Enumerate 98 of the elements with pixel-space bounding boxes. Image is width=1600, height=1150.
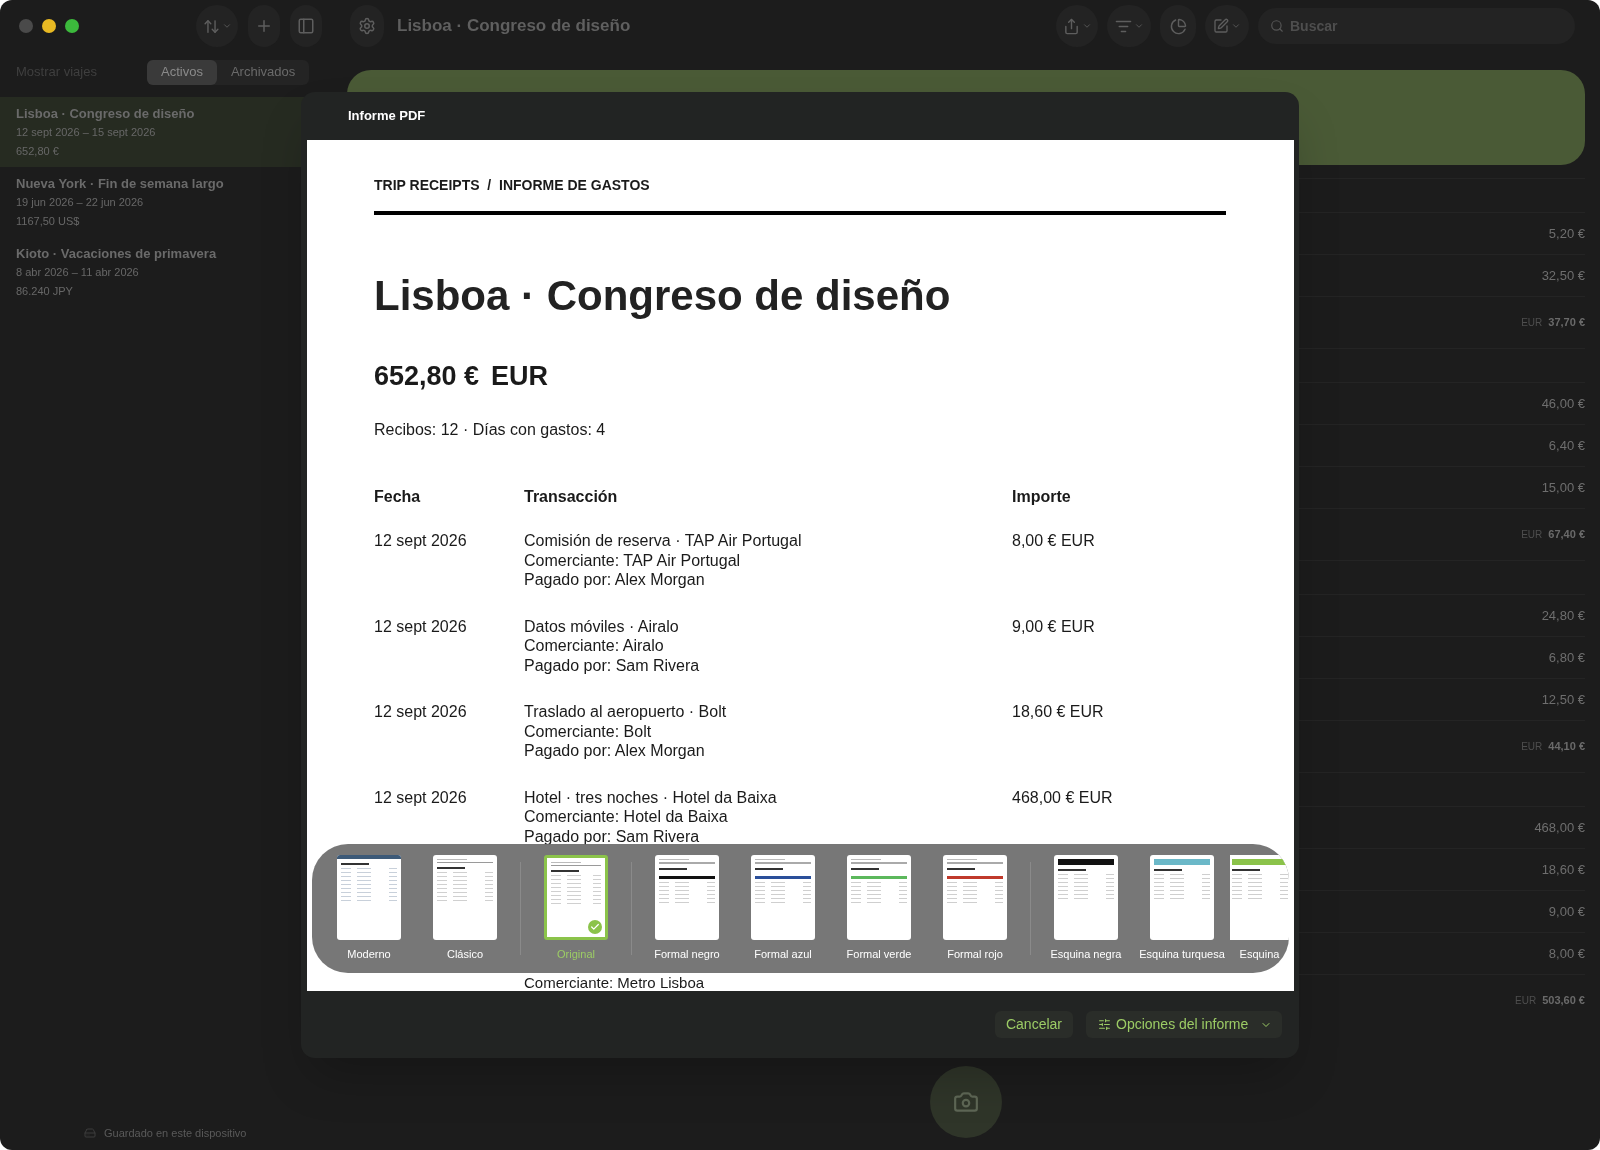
zoom-button[interactable] — [65, 19, 79, 33]
amount-text: 32,50 € — [1541, 266, 1585, 285]
paid-by-text: Pagado por: Sam Rivera — [524, 655, 700, 675]
settings-button[interactable] — [350, 5, 384, 47]
window-title: Lisboa · Congreso de diseño — [397, 15, 631, 38]
amount-text: 15,00 € — [1541, 478, 1585, 497]
trip-title: Lisboa · Congreso de diseño — [16, 104, 195, 123]
chevron-icon — [1231, 21, 1241, 31]
subtotal-amount: 503,60 € — [1542, 993, 1585, 1009]
share-icon — [1062, 17, 1080, 35]
dialog-title: Informe PDF — [348, 107, 426, 126]
amount-text: 6,40 € — [1548, 436, 1585, 455]
segment-tab[interactable]: Archivados — [216, 59, 310, 85]
amount-cell: 8,00 € EUR — [1012, 531, 1095, 551]
template-option[interactable]: Esquina — [1230, 844, 1289, 973]
report-total: 652,80 € — [374, 359, 480, 393]
share-button[interactable] — [1056, 5, 1098, 47]
trip-total: 86.240 JPY — [16, 283, 73, 299]
camera-icon — [953, 1089, 979, 1115]
amount-text: 468,00 € — [1534, 818, 1585, 837]
chevron-icon — [221, 21, 232, 31]
chevron-icon — [1133, 21, 1144, 31]
segment-tab[interactable]: Activos — [147, 59, 217, 85]
template-option[interactable]: Esquina turquesa — [1134, 844, 1230, 973]
amount-cell: 9,00 € EUR — [1012, 616, 1095, 636]
sidebar-icon — [297, 17, 315, 35]
report-options-button[interactable]: Opciones del informe — [1086, 1011, 1282, 1038]
pie-chart-icon — [1169, 17, 1187, 35]
amount-text: 46,00 € — [1541, 394, 1585, 413]
template-option[interactable]: Moderno — [321, 844, 417, 973]
template-option[interactable]: Original — [528, 844, 624, 973]
trip-dates: 12 sept 2026 – 15 sept 2026 — [16, 124, 156, 140]
amount-text: 8,00 € — [1548, 944, 1585, 963]
amount-text: 9,00 € — [1548, 902, 1585, 921]
subtotal-amount: 44,10 € — [1548, 739, 1585, 755]
column-header: Transacción — [524, 487, 619, 507]
subtotal-amount: 37,70 € — [1548, 315, 1585, 331]
merchant-text: Comerciante: Bolt — [524, 721, 652, 741]
date-cell-text: 12 sept 2026 — [374, 531, 468, 551]
checkmark-icon — [588, 920, 602, 934]
transaction-title: Traslado al aeropuerto · Bolt — [524, 702, 727, 722]
sort-arrows-icon — [202, 17, 220, 35]
amount-text: 6,80 € — [1548, 648, 1585, 667]
template-option[interactable]: Formal verde — [831, 844, 927, 973]
amount-text: 18,60 € — [1541, 860, 1585, 879]
amount-text: 5,20 € — [1548, 224, 1585, 243]
sidebar-toggle-button[interactable] — [290, 5, 322, 47]
column-header: Fecha — [374, 487, 422, 507]
template-option[interactable]: Esquina negra — [1038, 844, 1134, 973]
report-header: TRIP RECEIPTS / INFORME DE GASTOS — [374, 176, 650, 195]
chart-button[interactable] — [1160, 5, 1196, 47]
amount-cell: 18,60 € EUR — [1012, 702, 1104, 722]
trip-dates: 8 abr 2026 – 11 abr 2026 — [16, 264, 139, 280]
status-text: Guardado en este dispositivo — [104, 1125, 247, 1141]
transaction-title: Hotel · tres noches · Hotel da Baixa — [524, 787, 777, 807]
paid-by-text: Pagado por: Sam Rivera — [524, 826, 700, 846]
report-summary: Recibos: 12 · Días con gastos: 4 — [374, 420, 606, 440]
trip-dates: 19 jun 2026 – 22 jun 2026 — [16, 194, 144, 210]
trip-title: Nueva York · Fin de semana largo — [16, 174, 224, 193]
amount-text: 24,80 € — [1541, 606, 1585, 625]
merchant-text: Comerciante: Airalo — [524, 636, 664, 656]
template-option[interactable]: Formal negro — [639, 844, 735, 973]
trip-total: 1167,50 US$ — [16, 213, 80, 229]
template-option[interactable]: Formal azul — [735, 844, 831, 973]
amount-text: 12,50 € — [1541, 690, 1585, 709]
search-icon — [1270, 19, 1284, 33]
merchant-text: Comerciante: TAP Air Portugal — [524, 550, 741, 570]
paid-by-text: Pagado por: Alex Morgan — [524, 570, 705, 590]
transaction-title: Datos móviles · Airalo — [524, 616, 679, 636]
chevron-icon — [1081, 21, 1092, 31]
amount-cell: 468,00 € EUR — [1012, 787, 1113, 807]
template-option[interactable]: Clásico — [417, 844, 513, 973]
cancel-button[interactable]: Cancelar — [994, 1011, 1073, 1038]
drive-icon — [84, 1126, 96, 1139]
trip-total: 652,80 € — [16, 143, 59, 159]
report-currency: EUR — [491, 359, 549, 393]
date-cell-text: 12 sept 2026 — [374, 787, 468, 807]
transaction-title: Comisión de reserva · TAP Air Portugal — [524, 531, 802, 551]
settings-icon — [358, 17, 376, 35]
trip-title: Kioto · Vacaciones de primavera — [16, 244, 217, 263]
column-header: Importe — [1012, 487, 1071, 507]
add-button[interactable] — [248, 5, 280, 47]
close-button[interactable] — [19, 19, 33, 33]
date-cell-text: 12 sept 2026 — [374, 616, 468, 636]
paid-by-text: Pagado por: Alex Morgan — [524, 741, 705, 761]
sort-button[interactable] — [196, 5, 238, 47]
merchant-text: Comerciante: Hotel da Baixa — [524, 807, 728, 827]
plus-icon — [255, 17, 273, 35]
date-cell-text: 12 sept 2026 — [374, 702, 468, 722]
template-option[interactable]: Formal rojo — [927, 844, 1023, 973]
report-title: Lisboa · Congreso de diseño — [374, 271, 951, 321]
compose-icon — [1213, 18, 1229, 34]
edit-button[interactable] — [1205, 5, 1249, 47]
minimize-button[interactable] — [42, 19, 56, 33]
merchant-text: Comerciante: Metro Lisboa — [524, 974, 705, 991]
report-options-label: Opciones del informe — [1116, 1015, 1249, 1034]
subtotal-amount: 67,40 € — [1548, 527, 1585, 543]
sliders-icon — [1098, 1018, 1111, 1031]
